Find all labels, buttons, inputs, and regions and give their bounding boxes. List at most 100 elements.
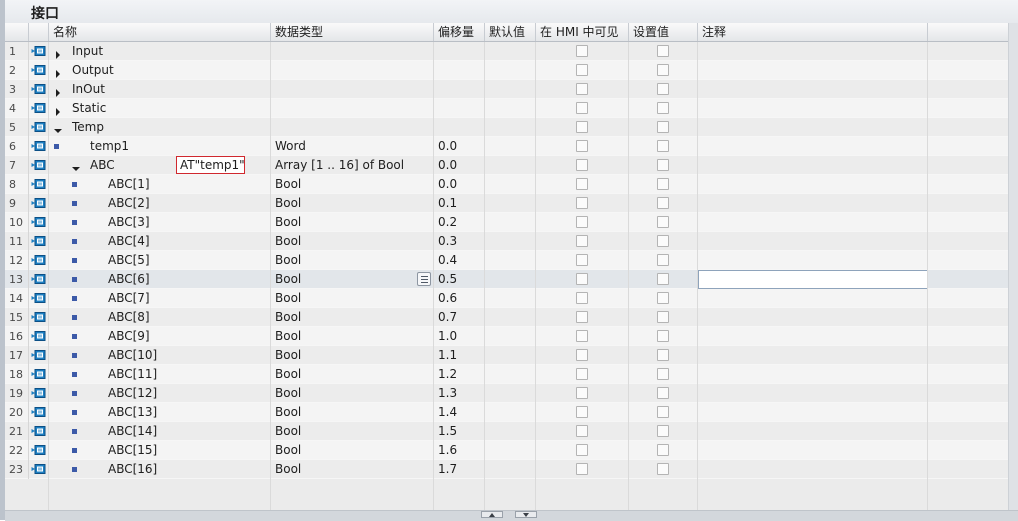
setpoint-checkbox[interactable] — [657, 140, 669, 152]
table-row[interactable]: 20 ABC[13] Bool 1.4 — [5, 403, 1018, 422]
row-name[interactable]: ABC[13] — [108, 403, 157, 422]
table-row[interactable]: 8 ABC[1] Bool 0.0 — [5, 175, 1018, 194]
vertical-scrollbar[interactable] — [1008, 23, 1018, 510]
setpoint-checkbox[interactable] — [657, 121, 669, 133]
row-name[interactable]: ABC[3] — [108, 213, 150, 232]
header-datatype[interactable]: 数据类型 — [271, 23, 434, 41]
row-name[interactable]: ABC — [90, 156, 115, 175]
hmi-visible-checkbox[interactable] — [576, 45, 588, 57]
table-row[interactable]: 5 Temp — [5, 118, 1018, 137]
setpoint-checkbox[interactable] — [657, 83, 669, 95]
row-datatype[interactable]: Bool — [275, 270, 301, 289]
row-name[interactable]: ABC[8] — [108, 308, 150, 327]
row-name[interactable]: Output — [72, 61, 114, 80]
row-name[interactable]: ABC[11] — [108, 365, 157, 384]
row-name[interactable]: ABC[12] — [108, 384, 157, 403]
hmi-visible-checkbox[interactable] — [576, 216, 588, 228]
table-row[interactable]: 1 Input — [5, 42, 1018, 61]
hmi-visible-checkbox[interactable] — [576, 102, 588, 114]
hmi-visible-checkbox[interactable] — [576, 64, 588, 76]
setpoint-checkbox[interactable] — [657, 216, 669, 228]
table-row[interactable]: 7 ABC AT"temp1" Array [1 .. 16] of Bool 0.0 — [5, 156, 1018, 175]
row-datatype[interactable]: Bool — [275, 251, 301, 270]
triangle-down-icon[interactable] — [54, 124, 62, 133]
row-name[interactable]: ABC[9] — [108, 327, 150, 346]
row-name[interactable]: Static — [72, 99, 106, 118]
setpoint-checkbox[interactable] — [657, 368, 669, 380]
row-datatype[interactable]: Bool — [275, 213, 301, 232]
table-row[interactable]: 17 ABC[10] Bool 1.1 — [5, 346, 1018, 365]
hmi-visible-checkbox[interactable] — [576, 273, 588, 285]
table-row[interactable]: 13 ABC[6] Bool 0.5 — [5, 270, 1018, 289]
row-name[interactable]: ABC[2] — [108, 194, 150, 213]
setpoint-checkbox[interactable] — [657, 178, 669, 190]
row-name[interactable]: temp1 — [90, 137, 129, 156]
setpoint-checkbox[interactable] — [657, 273, 669, 285]
hmi-visible-checkbox[interactable] — [576, 425, 588, 437]
row-datatype[interactable]: Bool — [275, 422, 301, 441]
row-datatype[interactable]: Bool — [275, 365, 301, 384]
row-datatype[interactable]: Bool — [275, 403, 301, 422]
row-name[interactable]: ABC[14] — [108, 422, 157, 441]
row-datatype[interactable]: Bool — [275, 384, 301, 403]
setpoint-checkbox[interactable] — [657, 406, 669, 418]
row-datatype[interactable]: Bool — [275, 346, 301, 365]
row-datatype[interactable]: Bool — [275, 441, 301, 460]
row-name[interactable]: ABC[4] — [108, 232, 150, 251]
row-name[interactable]: ABC[6] — [108, 270, 150, 289]
setpoint-checkbox[interactable] — [657, 387, 669, 399]
hmi-visible-checkbox[interactable] — [576, 330, 588, 342]
hmi-visible-checkbox[interactable] — [576, 197, 588, 209]
row-datatype[interactable]: Bool — [275, 460, 301, 479]
table-row[interactable]: 21 ABC[14] Bool 1.5 — [5, 422, 1018, 441]
row-datatype[interactable]: Array [1 .. 16] of Bool — [275, 156, 404, 175]
hmi-visible-checkbox[interactable] — [576, 444, 588, 456]
table-row[interactable]: 9 ABC[2] Bool 0.1 — [5, 194, 1018, 213]
hmi-visible-checkbox[interactable] — [576, 406, 588, 418]
table-row[interactable]: 10 ABC[3] Bool 0.2 — [5, 213, 1018, 232]
row-name[interactable]: InOut — [72, 80, 105, 99]
table-row[interactable]: 3 InOut — [5, 80, 1018, 99]
row-datatype[interactable]: Bool — [275, 194, 301, 213]
hmi-visible-checkbox[interactable] — [576, 463, 588, 475]
hmi-visible-checkbox[interactable] — [576, 292, 588, 304]
setpoint-checkbox[interactable] — [657, 349, 669, 361]
row-datatype[interactable]: Word — [275, 137, 306, 156]
setpoint-checkbox[interactable] — [657, 425, 669, 437]
table-row[interactable]: 14 ABC[7] Bool 0.6 — [5, 289, 1018, 308]
setpoint-checkbox[interactable] — [657, 45, 669, 57]
hmi-visible-checkbox[interactable] — [576, 387, 588, 399]
triangle-down-icon[interactable] — [72, 162, 80, 171]
header-comment[interactable]: 注释 — [698, 23, 928, 41]
setpoint-checkbox[interactable] — [657, 64, 669, 76]
header-default[interactable]: 默认值 — [485, 23, 536, 41]
triangle-right-icon[interactable] — [54, 105, 62, 116]
setpoint-checkbox[interactable] — [657, 102, 669, 114]
row-name[interactable]: ABC[7] — [108, 289, 150, 308]
table-row[interactable]: 22 ABC[15] Bool 1.6 — [5, 441, 1018, 460]
hmi-visible-checkbox[interactable] — [576, 140, 588, 152]
row-datatype[interactable]: Bool — [275, 175, 301, 194]
list-icon[interactable] — [417, 272, 431, 286]
hmi-visible-checkbox[interactable] — [576, 254, 588, 266]
setpoint-checkbox[interactable] — [657, 444, 669, 456]
row-name[interactable]: ABC[16] — [108, 460, 157, 479]
hmi-visible-checkbox[interactable] — [576, 235, 588, 247]
at-overlay-field[interactable]: AT"temp1" — [176, 156, 245, 174]
row-name[interactable]: ABC[1] — [108, 175, 150, 194]
row-datatype[interactable]: Bool — [275, 289, 301, 308]
row-name[interactable]: Temp — [72, 118, 104, 137]
setpoint-checkbox[interactable] — [657, 159, 669, 171]
splitter-up-button[interactable] — [481, 511, 503, 518]
row-name[interactable]: ABC[15] — [108, 441, 157, 460]
table-row[interactable]: 12 ABC[5] Bool 0.4 — [5, 251, 1018, 270]
row-name[interactable]: ABC[10] — [108, 346, 157, 365]
hmi-visible-checkbox[interactable] — [576, 311, 588, 323]
header-hmi-visible[interactable]: 在 HMI 中可见 — [536, 23, 629, 41]
triangle-right-icon[interactable] — [54, 86, 62, 97]
hmi-visible-checkbox[interactable] — [576, 349, 588, 361]
header-setpoint[interactable]: 设置值 — [629, 23, 698, 41]
setpoint-checkbox[interactable] — [657, 292, 669, 304]
comment-input[interactable] — [698, 270, 928, 289]
table-row[interactable]: 19 ABC[12] Bool 1.3 — [5, 384, 1018, 403]
